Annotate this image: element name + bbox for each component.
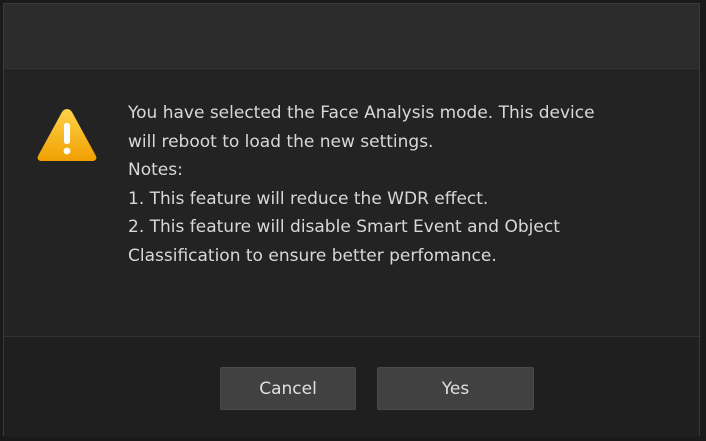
notes-heading: Notes: xyxy=(128,160,183,180)
dialog-message: You have selected the Face Analysis mode… xyxy=(128,99,668,270)
message-line: You have selected the Face Analysis mode… xyxy=(128,103,595,123)
confirmation-dialog: You have selected the Face Analysis mode… xyxy=(3,3,700,437)
note-item: 2. This feature will disable Smart Event… xyxy=(128,217,560,237)
yes-button[interactable]: Yes xyxy=(377,367,534,410)
dialog-header xyxy=(4,4,699,71)
cancel-button[interactable]: Cancel xyxy=(220,367,356,410)
message-line: will reboot to load the new settings. xyxy=(128,131,434,152)
warning-triangle-icon xyxy=(37,109,97,161)
note-item: 1. This feature will reduce the WDR effe… xyxy=(128,188,489,209)
note-item: Classification to ensure better perfoman… xyxy=(128,245,497,266)
dialog-footer: Cancel Yes xyxy=(4,336,699,437)
dialog-content: You have selected the Face Analysis mode… xyxy=(4,71,699,336)
